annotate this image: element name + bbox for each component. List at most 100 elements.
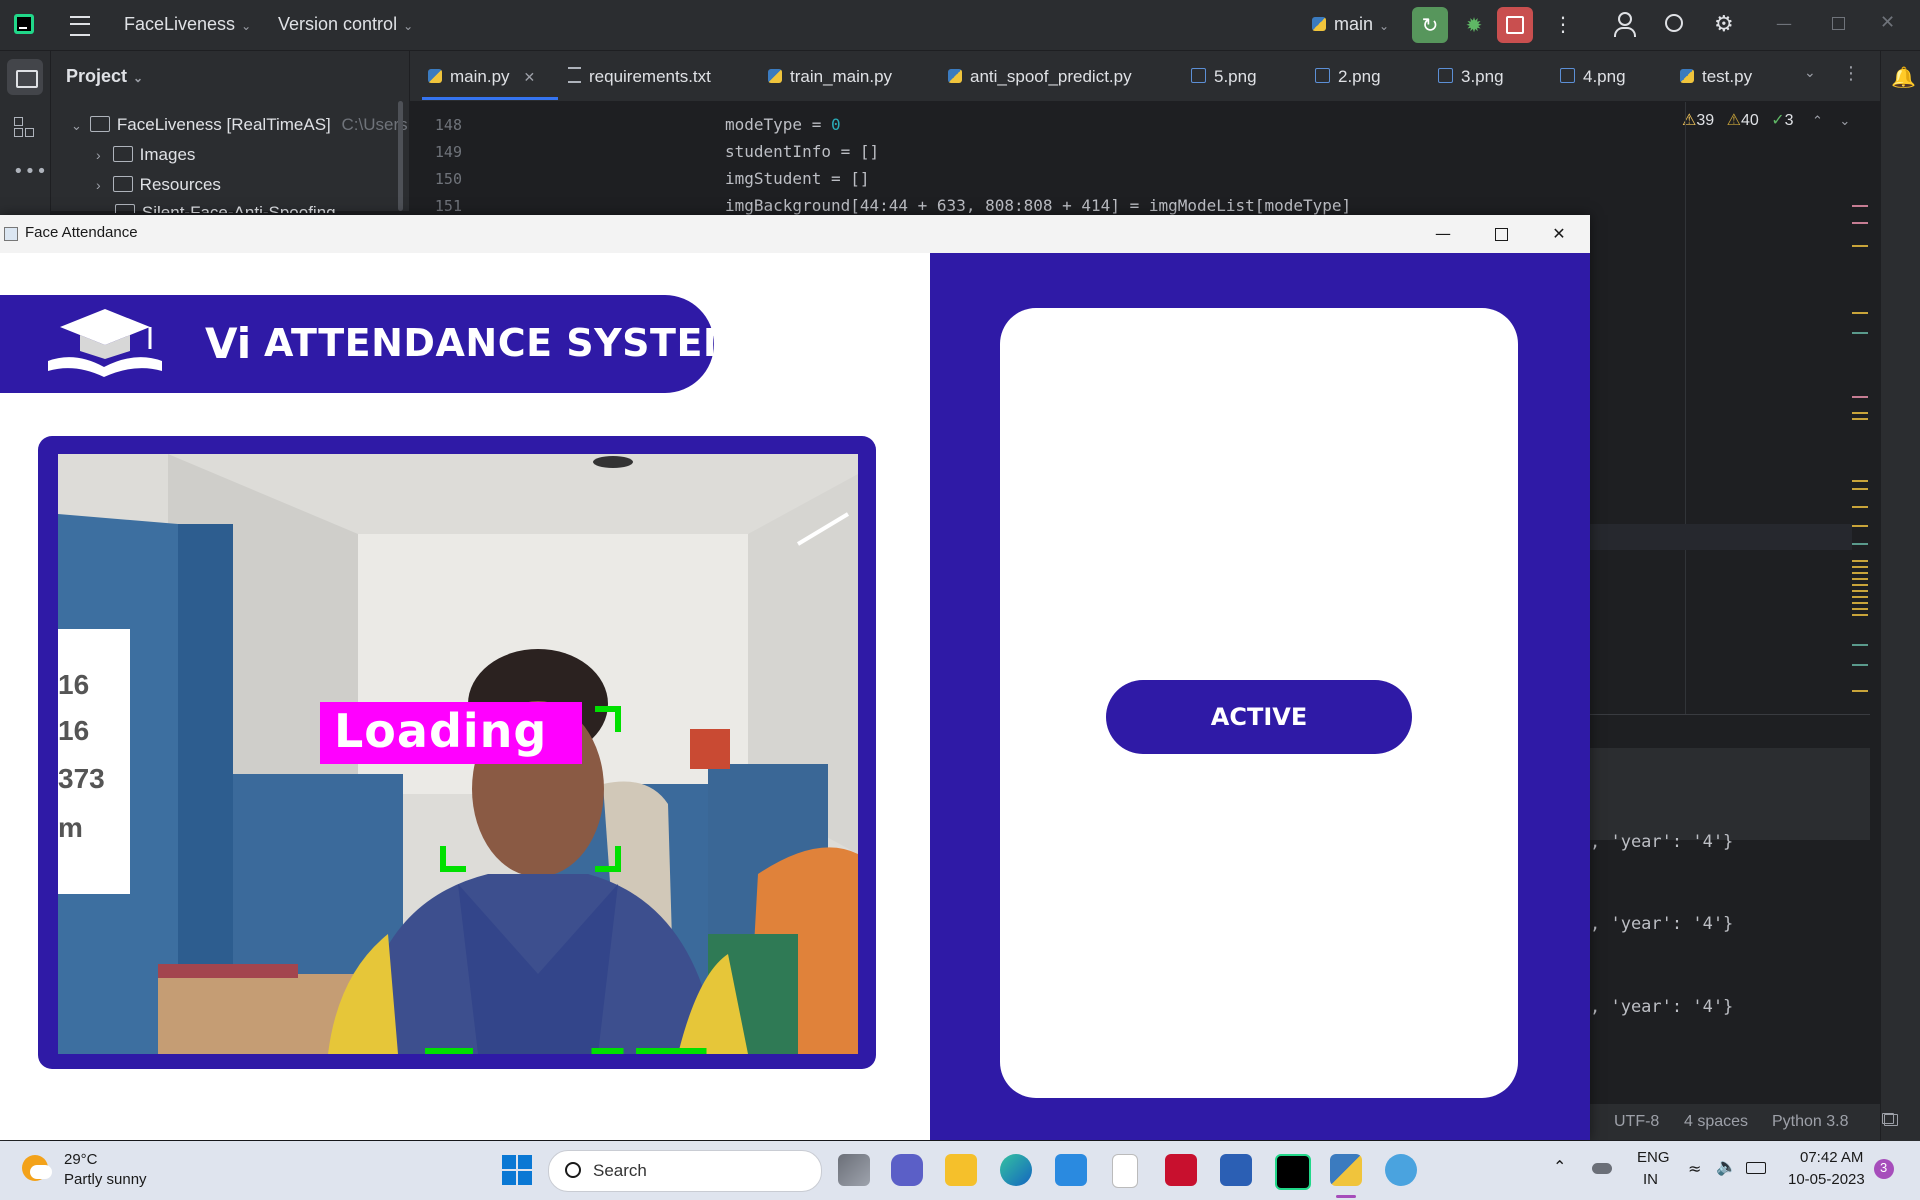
chat-icon[interactable] <box>891 1154 923 1186</box>
attendance-right-pane: ACTIVE <box>930 253 1590 1140</box>
tab-label: 4.png <box>1583 67 1626 86</box>
tab-list-chevron-icon[interactable]: ⌄ <box>1804 65 1816 81</box>
file-encoding[interactable]: UTF-8 <box>1614 1113 1659 1131</box>
structure-icon[interactable] <box>14 117 34 137</box>
minimize-ide-icon[interactable]: — <box>1776 14 1792 33</box>
close-window-icon[interactable]: ✕ <box>1539 219 1579 249</box>
readonly-lock-icon[interactable] <box>1884 1114 1898 1126</box>
face-box-corner-br <box>595 846 621 872</box>
microsoft-store-icon[interactable] <box>1055 1154 1087 1186</box>
tab-main-py[interactable]: main.py ✕ <box>428 67 535 87</box>
project-panel-header[interactable]: Project ⌄ <box>66 66 143 87</box>
more-actions-icon[interactable]: ⋮ <box>1553 12 1573 36</box>
word-icon[interactable] <box>1220 1154 1252 1186</box>
notifications-bell-icon[interactable]: 🔔 <box>1891 65 1916 89</box>
inspection-widget[interactable]: ⚠39 ⚠40 ✓3 ⌃ ⌄ <box>1682 110 1850 130</box>
python-idle-icon[interactable] <box>1385 1154 1417 1186</box>
search-everywhere-icon[interactable] <box>1665 14 1683 32</box>
weather-widget[interactable]: 29°C Partly sunny <box>20 1149 170 1193</box>
project-switcher[interactable]: FaceLiveness ⌄ <box>124 14 251 35</box>
tree-item-root[interactable]: ⌄ FaceLiveness [RealTimeAS] C:\Users <box>71 115 408 135</box>
tab-anti-spoof-predict[interactable]: anti_spoof_predict.py <box>948 67 1132 87</box>
tab-5-png[interactable]: 5.png <box>1191 67 1257 87</box>
pycharm-logo-icon[interactable] <box>14 14 34 34</box>
python-app-taskbar-icon[interactable] <box>1330 1154 1362 1186</box>
panel-scrollbar[interactable] <box>398 101 403 211</box>
close-ide-icon[interactable]: ✕ <box>1880 12 1895 33</box>
tab-3-png[interactable]: 3.png <box>1438 67 1504 87</box>
line-number: 151 <box>434 197 462 215</box>
more-tools-icon[interactable]: ••• <box>13 161 48 182</box>
window-title: Face Attendance <box>25 224 138 241</box>
minimize-window-icon[interactable]: — <box>1423 219 1463 249</box>
chevron-down-icon: ⌄ <box>403 19 414 33</box>
mcafee-icon[interactable] <box>1165 1154 1197 1186</box>
notepad-icon[interactable] <box>1112 1154 1138 1188</box>
app-window-icon <box>4 227 18 241</box>
image-file-icon <box>1191 68 1206 83</box>
windows-start-icon[interactable] <box>502 1155 532 1185</box>
account-icon[interactable] <box>1614 12 1636 37</box>
next-highlight-icon[interactable]: ⌄ <box>1839 113 1850 128</box>
tree-item-resources[interactable]: › Resources <box>96 175 221 195</box>
terminal-line: , 'year': '4'} <box>1590 832 1734 852</box>
prev-highlight-icon[interactable]: ⌃ <box>1812 113 1823 128</box>
pycharm-taskbar-icon[interactable] <box>1275 1154 1311 1190</box>
svg-text:16: 16 <box>58 715 89 746</box>
weather-temp: 29°C <box>64 1151 98 1168</box>
file-explorer-icon[interactable] <box>945 1154 977 1186</box>
window-title-bar[interactable]: Face Attendance — ✕ <box>0 215 1590 254</box>
tab-label: 3.png <box>1461 67 1504 86</box>
svg-text:m: m <box>58 812 83 843</box>
tab-more-icon[interactable]: ⋮ <box>1842 63 1860 84</box>
code-line-149: studentInfo = [] <box>725 142 880 161</box>
restore-ide-icon[interactable] <box>1832 17 1845 30</box>
python-file-icon <box>768 69 782 83</box>
tab-label: 2.png <box>1338 67 1381 86</box>
volume-icon[interactable]: 🔈 <box>1716 1157 1737 1177</box>
close-tab-icon[interactable]: ✕ <box>524 69 536 85</box>
line-number: 150 <box>434 170 462 188</box>
indent-setting[interactable]: 4 spaces <box>1684 1113 1748 1131</box>
tab-requirements[interactable]: requirements.txt <box>568 67 711 87</box>
loading-label: Loading <box>320 702 582 764</box>
maximize-window-icon[interactable] <box>1481 219 1521 249</box>
python-file-icon <box>428 69 442 83</box>
version-control-menu[interactable]: Version control ⌄ <box>278 14 413 35</box>
edge-browser-icon[interactable] <box>1000 1154 1032 1186</box>
tab-train-main[interactable]: train_main.py <box>768 67 892 87</box>
tab-2-png[interactable]: 2.png <box>1315 67 1381 87</box>
onedrive-icon[interactable] <box>1592 1163 1612 1174</box>
stop-button[interactable] <box>1497 7 1533 43</box>
wifi-icon[interactable]: ≈ <box>1688 1159 1701 1178</box>
language-region[interactable]: IN <box>1643 1171 1658 1188</box>
taskbar-search-box[interactable]: Search <box>548 1150 822 1192</box>
python-interpreter[interactable]: Python 3.8 <box>1772 1113 1849 1131</box>
code-line-148: modeType = 0 <box>725 115 841 134</box>
tree-item-images[interactable]: › Images <box>96 145 195 165</box>
rerun-icon: ↻ <box>1421 13 1439 37</box>
project-tool-button[interactable] <box>7 59 43 95</box>
attendance-left-pane: Vi ATTENDANCE SYSTEM 16 16 373 m Loading <box>0 253 930 1140</box>
battery-icon[interactable] <box>1746 1162 1766 1174</box>
hamburger-menu-icon[interactable] <box>70 16 90 36</box>
banner-title: ATTENDANCE SYSTEM <box>264 321 742 365</box>
tab-4-png[interactable]: 4.png <box>1560 67 1626 87</box>
tray-overflow-icon[interactable]: ⌃ <box>1553 1157 1566 1176</box>
notification-badge[interactable]: 3 <box>1874 1159 1894 1179</box>
active-status-button[interactable]: ACTIVE <box>1106 680 1412 754</box>
language-code[interactable]: ENG <box>1637 1149 1670 1166</box>
tab-label: 5.png <box>1214 67 1257 86</box>
run-config-selector[interactable]: main ⌄ <box>1312 14 1389 35</box>
rerun-button[interactable]: ↻ <box>1412 7 1448 43</box>
clock-date[interactable]: 10-05-2023 <box>1788 1171 1865 1188</box>
clock-time[interactable]: 07:42 AM <box>1800 1149 1863 1166</box>
tab-test-py[interactable]: test.py <box>1680 67 1752 87</box>
ide-main-toolbar: FaceLiveness ⌄ Version control ⌄ main ⌄ ↻ ✹… <box>0 0 1920 51</box>
settings-gear-icon[interactable]: ⚙ <box>1714 12 1734 37</box>
task-view-icon[interactable] <box>838 1154 870 1186</box>
debug-button[interactable]: ✹ <box>1456 7 1492 43</box>
windows-taskbar: 29°C Partly sunny Search ⌃ ENG IN ≈ 🔈 07… <box>0 1141 1920 1200</box>
ok-count: 3 <box>1784 112 1794 129</box>
tab-label: requirements.txt <box>589 67 711 86</box>
